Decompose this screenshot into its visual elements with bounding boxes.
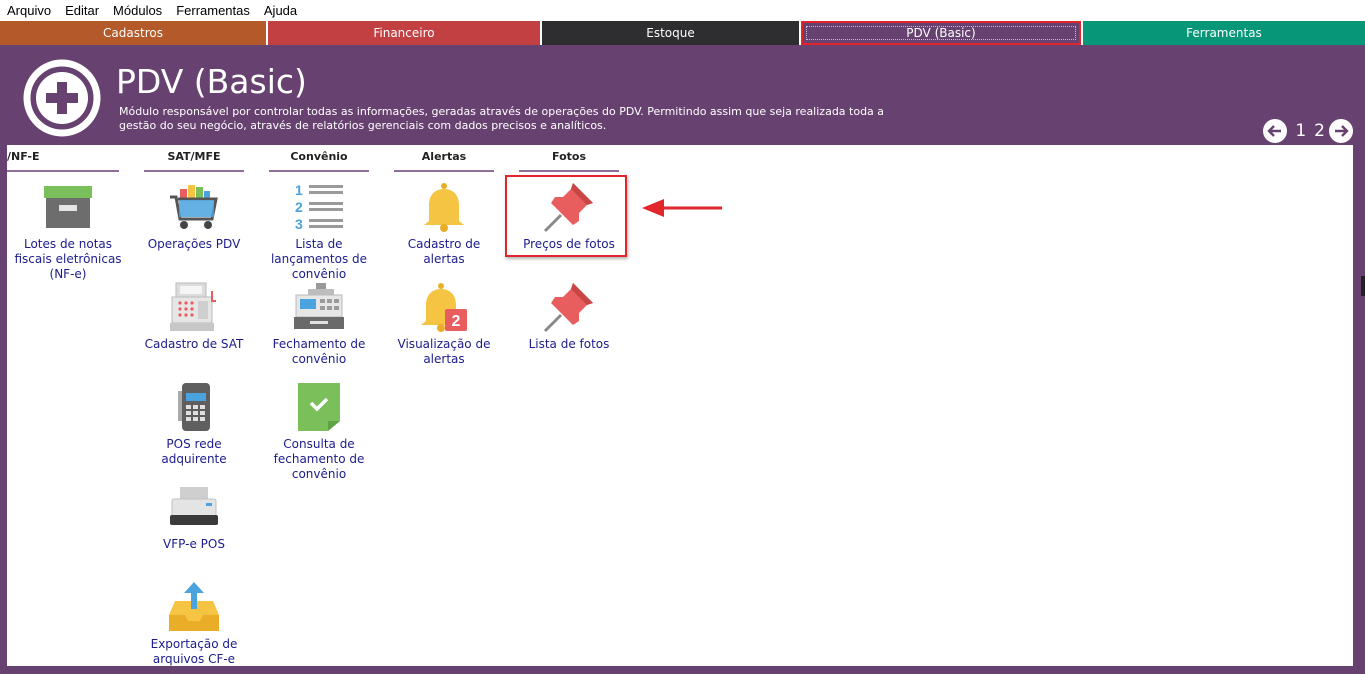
shopping-cart-icon xyxy=(170,185,218,229)
tab-pdv-basic[interactable]: PDV (Basic) xyxy=(801,21,1081,45)
tab-estoque[interactable]: Estoque xyxy=(542,21,799,45)
tab-cadastros[interactable]: Cadastros xyxy=(0,21,266,45)
item-label: Lotes de notas fiscais eletrônicas (NF-e… xyxy=(14,237,122,281)
column-title: Fotos xyxy=(552,150,586,163)
cash-register-icon xyxy=(170,282,216,331)
menu-editar[interactable]: Editar xyxy=(58,3,106,18)
item-operacoes-pdv[interactable]: Operações PDV xyxy=(139,181,249,252)
item-label: Operações PDV xyxy=(147,237,241,251)
svg-text:1: 1 xyxy=(295,182,303,198)
item-vfp-e-pos[interactable]: VFP-e POS xyxy=(139,481,249,552)
column-divider xyxy=(144,170,244,172)
highlight-box xyxy=(505,175,627,257)
item-cadastro-alertas[interactable]: Cadastro de alertas xyxy=(389,181,499,267)
cash-register-icon xyxy=(294,283,344,329)
tab-label: Cadastros xyxy=(103,26,163,40)
item-lista-fotos[interactable]: Lista de fotos xyxy=(514,281,624,352)
item-exportacao-cfe[interactable]: Exportação de arquivos CF-e xyxy=(139,581,249,667)
menu-modulos[interactable]: Módulos xyxy=(106,3,169,18)
column-divider xyxy=(269,170,369,172)
bell-icon xyxy=(424,183,464,232)
item-label: VFP-e POS xyxy=(163,537,225,551)
tab-label: Estoque xyxy=(646,26,695,40)
item-label: Fechamento de convênio xyxy=(272,337,366,366)
numbered-list-icon: 1 2 3 xyxy=(295,182,343,232)
menu-ferramentas[interactable]: Ferramentas xyxy=(169,3,257,18)
svg-text:3: 3 xyxy=(295,216,303,232)
svg-text:2: 2 xyxy=(295,199,303,215)
page-title: PDV (Basic) xyxy=(116,62,307,101)
pager: 1 2 xyxy=(1263,118,1353,144)
column-title: SAT/MFE xyxy=(167,150,221,163)
card-terminal-icon xyxy=(178,383,210,431)
menu-ajuda[interactable]: Ajuda xyxy=(257,3,304,18)
column-divider xyxy=(519,170,619,172)
item-label: Cadastro de SAT xyxy=(144,337,244,351)
upload-tray-icon xyxy=(169,582,219,631)
item-lotes-nfe[interactable]: Lotes de notas fiscais eletrônicas (NF-e… xyxy=(13,181,123,282)
tab-ferramentas[interactable]: Ferramentas xyxy=(1083,21,1365,45)
arrow-left-icon xyxy=(642,199,722,217)
item-consulta-fechamento[interactable]: Consulta de fechamento de convênio xyxy=(264,381,374,482)
arrow-left-icon xyxy=(1267,125,1282,137)
checked-document-icon xyxy=(298,383,340,431)
item-label: Consulta de fechamento de convênio xyxy=(273,437,365,481)
menu-arquivo[interactable]: Arquivo xyxy=(0,3,58,18)
window-edge-marker xyxy=(1361,276,1365,296)
tab-label: Ferramentas xyxy=(1186,26,1262,40)
item-label: Lista de fotos xyxy=(528,337,610,351)
archive-box-icon xyxy=(44,186,92,228)
alert-badge-count: 2 xyxy=(452,313,461,330)
tab-financeiro[interactable]: Financeiro xyxy=(268,21,540,45)
item-label: Cadastro de alertas xyxy=(407,237,481,266)
item-cadastro-sat[interactable]: Cadastro de SAT xyxy=(139,281,249,352)
column-divider xyxy=(7,170,119,172)
plus-circle-icon xyxy=(23,59,101,137)
item-fechamento-convenio[interactable]: Fechamento de convênio xyxy=(264,281,374,367)
printer-icon xyxy=(170,487,218,525)
item-label: Exportação de arquivos CF-e xyxy=(150,637,238,666)
column-divider xyxy=(394,170,494,172)
item-visualizacao-alertas[interactable]: 2 Visualização de alertas xyxy=(389,281,499,367)
column-title: /NF-E xyxy=(7,150,40,163)
content-panel: /NF-E Lotes de notas fiscais eletrônicas… xyxy=(7,145,1353,666)
page-2[interactable]: 2 xyxy=(1314,121,1325,141)
column-title: Convênio xyxy=(290,150,348,163)
item-lista-lancamentos[interactable]: 1 2 3 Lista de lançamentos de convênio xyxy=(264,181,374,282)
module-description: Módulo responsável por controlar todas a… xyxy=(119,105,885,132)
pushpin-icon xyxy=(543,283,593,333)
item-label: Visualização de alertas xyxy=(397,337,491,366)
item-label: Lista de lançamentos de convênio xyxy=(270,237,368,281)
arrow-right-icon xyxy=(1335,125,1349,137)
tab-label: PDV (Basic) xyxy=(906,26,976,40)
tab-label: Financeiro xyxy=(373,26,435,40)
column-title: Alertas xyxy=(421,150,467,163)
page-1[interactable]: 1 xyxy=(1295,121,1306,141)
menu-bar: Arquivo Editar Módulos Ferramentas Ajuda xyxy=(0,0,1365,21)
item-label: POS rede adquirente xyxy=(161,437,227,466)
next-page-button[interactable] xyxy=(1329,119,1353,143)
bell-notification-icon: 2 xyxy=(421,283,467,332)
module-tabs: Cadastros Financeiro Estoque PDV (Basic)… xyxy=(0,21,1365,45)
prev-page-button[interactable] xyxy=(1263,119,1288,143)
item-pos-rede[interactable]: POS rede adquirente xyxy=(139,381,249,467)
